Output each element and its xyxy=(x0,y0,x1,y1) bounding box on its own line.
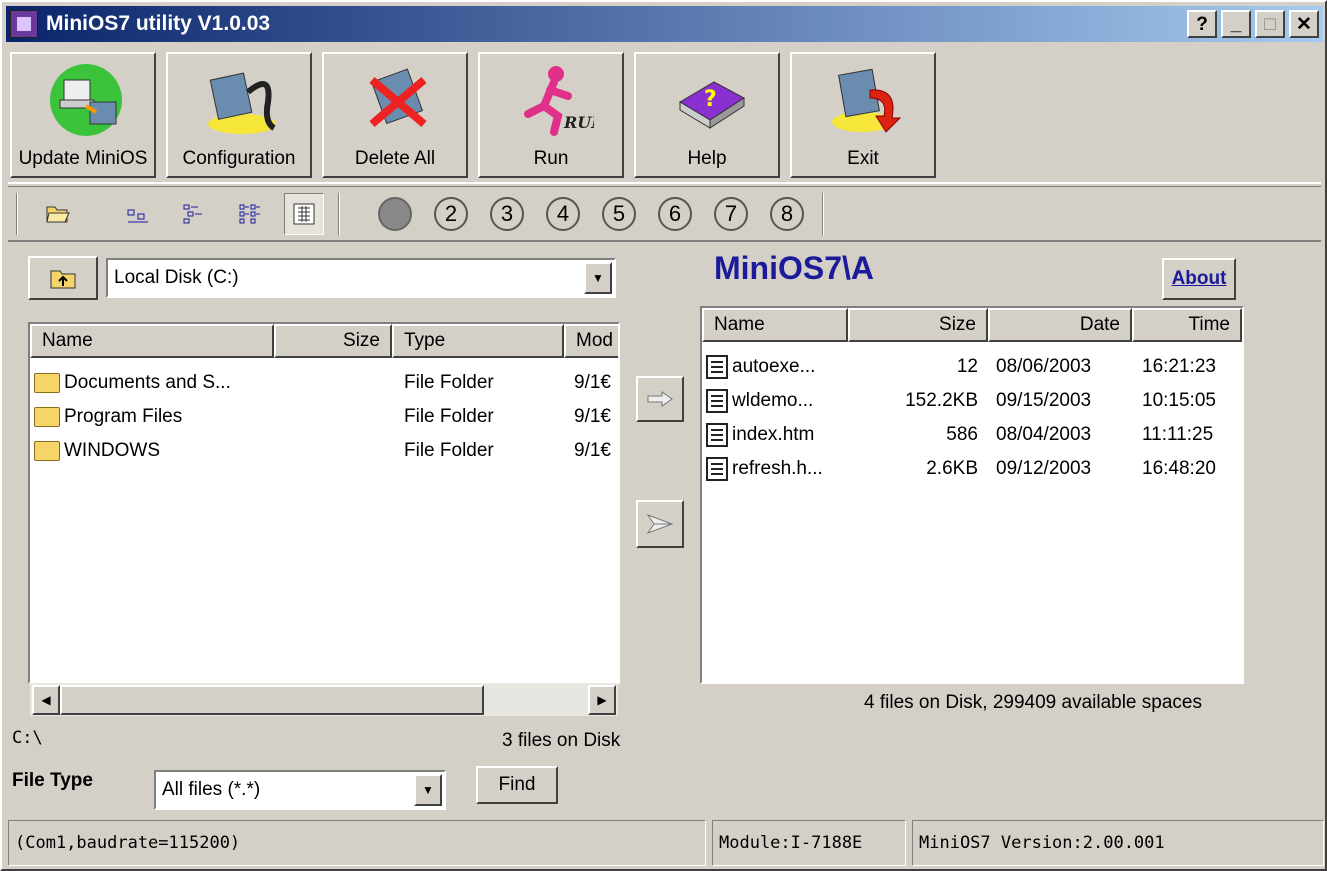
column-header-modified[interactable]: Mod xyxy=(564,324,618,358)
list-item[interactable]: index.htm 586 08/04/2003 11:11:25 xyxy=(706,418,1240,452)
about-button[interactable]: About xyxy=(1162,258,1236,300)
delete-all-label: Delete All xyxy=(354,148,436,169)
column-header-date[interactable]: Date xyxy=(988,308,1132,342)
svg-text:RUN: RUN xyxy=(563,113,594,132)
com-port-2-button[interactable]: 2 xyxy=(434,197,468,231)
maximize-button[interactable]: □ xyxy=(1255,10,1285,38)
scrollbar-thumb[interactable] xyxy=(60,685,484,715)
details-view-icon[interactable] xyxy=(230,193,270,235)
configuration-icon xyxy=(208,72,276,134)
open-folder-icon[interactable] xyxy=(38,193,78,235)
help-button[interactable]: ? Help xyxy=(634,52,780,178)
status-version: MiniOS7 Version:2.00.001 xyxy=(912,820,1324,866)
module-file-list[interactable]: Name Size Date Time autoexe... 12 08/06/… xyxy=(700,306,1244,684)
column-header-time[interactable]: Time xyxy=(1132,308,1242,342)
com-port-1-button[interactable]: 1 xyxy=(378,197,412,231)
help-label: Help xyxy=(687,148,727,169)
list-item[interactable]: Documents and S... File Folder 9/1€ xyxy=(34,366,618,400)
up-folder-button[interactable] xyxy=(28,256,98,300)
svg-text:?: ? xyxy=(704,87,717,112)
file-icon xyxy=(706,457,728,481)
delete-all-icon xyxy=(369,68,427,128)
column-header-name[interactable]: Name xyxy=(702,308,848,342)
list-view-icon[interactable] xyxy=(174,193,214,235)
find-button[interactable]: Find xyxy=(476,766,558,804)
column-header-type[interactable]: Type xyxy=(392,324,564,358)
chevron-down-icon[interactable]: ▼ xyxy=(414,774,442,806)
com-port-5-button[interactable]: 5 xyxy=(602,197,636,231)
drive-select[interactable]: Local Disk (C:) ▼ xyxy=(106,258,616,298)
send-file-button[interactable] xyxy=(636,500,684,548)
drive-select-value: Local Disk (C:) xyxy=(114,267,239,288)
file-icon xyxy=(706,423,728,447)
main-toolbar: Update MiniOS Configuration Delete All R… xyxy=(8,50,1321,184)
copy-to-module-button[interactable] xyxy=(636,376,684,422)
list-item[interactable]: WINDOWS File Folder 9/1€ xyxy=(34,434,618,468)
horizontal-scrollbar[interactable]: ◀ ▶ xyxy=(30,682,618,716)
list-item[interactable]: autoexe... 12 08/06/2003 16:21:23 xyxy=(706,350,1240,384)
com-port-7-button[interactable]: 7 xyxy=(714,197,748,231)
local-file-list[interactable]: Name Size Type Mod Documents and S... Fi… xyxy=(28,322,620,684)
run-icon: RUN xyxy=(524,66,594,136)
com-port-3-button[interactable]: 3 xyxy=(490,197,524,231)
report-view-icon[interactable] xyxy=(284,193,324,235)
folder-icon xyxy=(34,440,60,461)
run-label: Run xyxy=(533,148,569,169)
update-minios-button[interactable]: Update MiniOS xyxy=(10,52,156,178)
title-bar[interactable]: MiniOS7 utility V1.0.03 ? _ □ ✕ xyxy=(6,6,1323,42)
exit-label: Exit xyxy=(847,148,879,169)
main-window: MiniOS7 utility V1.0.03 ? _ □ ✕ Update M… xyxy=(0,0,1327,871)
chevron-down-icon[interactable]: ▼ xyxy=(584,262,612,294)
list-item[interactable]: Program Files File Folder 9/1€ xyxy=(34,400,618,434)
com-port-4-button[interactable]: 4 xyxy=(546,197,580,231)
window-title: MiniOS7 utility V1.0.03 xyxy=(46,12,271,35)
status-com-port: (Com1,baudrate=115200) xyxy=(8,820,706,866)
module-drive-title: MiniOS7\A xyxy=(714,250,875,286)
column-header-size[interactable]: Size xyxy=(274,324,392,358)
exit-icon xyxy=(832,68,902,133)
help-book-icon: ? xyxy=(679,81,745,129)
column-header-name[interactable]: Name xyxy=(30,324,274,358)
help-title-button[interactable]: ? xyxy=(1187,10,1217,38)
list-item[interactable]: refresh.h... 2.6KB 09/12/2003 16:48:20 xyxy=(706,452,1240,486)
close-button[interactable]: ✕ xyxy=(1289,10,1319,38)
file-icon xyxy=(706,355,728,379)
folder-icon xyxy=(34,406,60,427)
com-port-8-button[interactable]: 8 xyxy=(770,197,804,231)
send-plane-icon xyxy=(646,513,674,535)
local-file-count: 3 files on Disk xyxy=(502,730,621,751)
current-path: C:\ xyxy=(12,728,43,748)
minimize-button[interactable]: _ xyxy=(1221,10,1251,38)
configuration-label: Configuration xyxy=(182,148,296,169)
status-module: Module:I-7188E xyxy=(712,820,906,866)
update-minios-label: Update MiniOS xyxy=(18,148,148,169)
run-button[interactable]: RUN Run xyxy=(478,52,624,178)
file-type-select[interactable]: All files (*.*) ▼ xyxy=(154,770,446,810)
list-item[interactable]: wldemo... 152.2KB 09/15/2003 10:15:05 xyxy=(706,384,1240,418)
scroll-right-icon[interactable]: ▶ xyxy=(588,685,616,715)
com-port-6-button[interactable]: 6 xyxy=(658,197,692,231)
file-icon xyxy=(706,389,728,413)
update-minios-icon xyxy=(50,64,122,136)
toolbar-separator xyxy=(822,193,824,235)
small-icons-view-icon[interactable] xyxy=(118,193,158,235)
scroll-left-icon[interactable]: ◀ xyxy=(32,685,60,715)
up-folder-icon xyxy=(50,270,76,289)
file-type-value: All files (*.*) xyxy=(162,779,261,800)
file-type-label: File Type xyxy=(12,770,93,791)
toolbar-separator xyxy=(16,193,18,235)
app-icon xyxy=(10,10,38,38)
folder-icon xyxy=(34,372,60,393)
exit-button[interactable]: Exit xyxy=(790,52,936,178)
copy-arrow-icon xyxy=(647,391,673,407)
module-disk-info: 4 files on Disk, 299409 available spaces xyxy=(864,692,1202,713)
view-toolbar: 1 2 3 4 5 6 7 8 xyxy=(8,186,1321,242)
delete-all-button[interactable]: Delete All xyxy=(322,52,468,178)
column-header-size[interactable]: Size xyxy=(848,308,988,342)
configuration-button[interactable]: Configuration xyxy=(166,52,312,178)
toolbar-separator xyxy=(338,193,340,235)
